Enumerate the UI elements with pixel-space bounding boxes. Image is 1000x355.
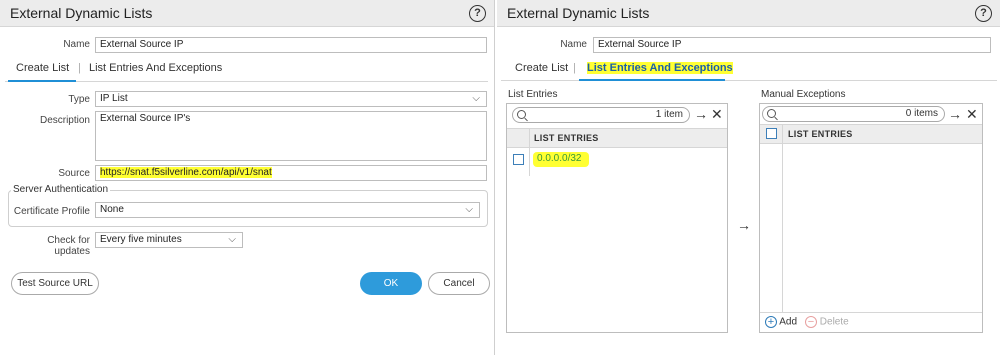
- name-label: Name: [63, 39, 90, 50]
- description-field[interactable]: External Source IP's: [95, 111, 487, 161]
- type-select[interactable]: IP List ⌵: [95, 91, 487, 107]
- tab-divider: [501, 80, 997, 81]
- tab-divider: [5, 81, 488, 82]
- active-tab-indicator: [579, 79, 725, 81]
- row-checkbox[interactable]: [513, 154, 524, 165]
- tab-separator: |: [573, 62, 576, 74]
- list-entries-column: LIST ENTRIES: [534, 133, 599, 143]
- list-entries-header: LIST ENTRIES: [507, 128, 727, 148]
- edl-dialog-list-entries: External Dynamic Lists ? Name External S…: [497, 0, 1000, 355]
- chevron-down-icon: ⌵: [228, 234, 236, 245]
- type-select-value: IP List: [100, 93, 128, 104]
- manual-exceptions-count: 0 items: [905, 108, 938, 119]
- dialog-titlebar: External Dynamic Lists ?: [497, 0, 1000, 27]
- help-icon[interactable]: ?: [469, 5, 486, 22]
- chevron-down-icon: ⌵: [472, 93, 480, 104]
- tab-list-entries[interactable]: List Entries And Exceptions: [585, 61, 735, 75]
- description-label: Description: [39, 115, 90, 126]
- dialog-titlebar: External Dynamic Lists ?: [0, 0, 494, 27]
- name-field[interactable]: External Source IP: [95, 37, 487, 53]
- manual-exceptions-search[interactable]: 0 items: [762, 106, 945, 122]
- column-divider: [782, 124, 783, 312]
- arrow-right-icon[interactable]: →: [694, 107, 708, 121]
- footer-divider: [760, 312, 982, 313]
- test-source-url-button[interactable]: Test Source URL: [11, 272, 99, 295]
- name-field[interactable]: External Source IP: [593, 37, 991, 53]
- add-button[interactable]: + Add: [765, 316, 797, 328]
- tab-create-list[interactable]: Create List: [16, 62, 69, 74]
- column-divider: [529, 128, 530, 176]
- close-icon[interactable]: ✕: [966, 107, 978, 121]
- help-icon[interactable]: ?: [975, 5, 992, 22]
- dialog-title: External Dynamic Lists: [507, 5, 650, 21]
- manual-exceptions-column: LIST ENTRIES: [788, 129, 853, 139]
- manual-exceptions-box: 0 items → ✕ LIST ENTRIES + Add − Delete: [759, 103, 983, 333]
- ok-button[interactable]: OK: [360, 272, 422, 295]
- cert-profile-value: None: [100, 204, 124, 215]
- tab-create-list[interactable]: Create List: [515, 62, 568, 74]
- list-entries-search[interactable]: 1 item: [512, 107, 690, 123]
- delete-label: Delete: [819, 316, 849, 328]
- cancel-button[interactable]: Cancel: [428, 272, 490, 295]
- server-auth-title: Server Authentication: [11, 184, 111, 195]
- check-updates-label: Check for updates: [47, 235, 90, 257]
- source-field-value: https://snat.f5silverline.com/api/v1/sna…: [100, 167, 272, 178]
- source-label: Source: [58, 168, 90, 179]
- chevron-down-icon: ⌵: [465, 204, 473, 215]
- type-label: Type: [68, 94, 90, 105]
- arrow-right-icon[interactable]: →: [948, 107, 962, 121]
- check-updates-select[interactable]: Every five minutes ⌵: [95, 232, 243, 248]
- search-icon: [767, 109, 776, 118]
- plus-circle-icon: +: [765, 316, 777, 328]
- select-all-checkbox[interactable]: [766, 128, 777, 139]
- tab-list-entries[interactable]: List Entries And Exceptions: [89, 62, 222, 74]
- list-entries-box: 1 item → ✕ LIST ENTRIES 0.0.0.0/32: [506, 103, 728, 333]
- delete-button[interactable]: − Delete: [805, 316, 849, 328]
- name-label: Name: [560, 39, 587, 50]
- cert-profile-label: Certificate Profile: [13, 206, 90, 217]
- active-tab-indicator: [8, 80, 76, 82]
- edl-dialog-create-list: External Dynamic Lists ? Name External S…: [0, 0, 495, 355]
- check-updates-value: Every five minutes: [100, 234, 182, 245]
- add-label: Add: [779, 316, 798, 328]
- tab-separator: |: [78, 62, 81, 74]
- manual-exceptions-header: LIST ENTRIES: [760, 124, 982, 144]
- list-entries-title: List Entries: [506, 89, 560, 100]
- dialog-title: External Dynamic Lists: [10, 5, 153, 21]
- search-icon: [517, 110, 526, 119]
- list-entry-row[interactable]: 0.0.0.0/32: [533, 152, 590, 167]
- minus-circle-icon: −: [805, 316, 817, 328]
- tab-list-entries-label: List Entries And Exceptions: [587, 62, 733, 74]
- manual-exceptions-title: Manual Exceptions: [759, 89, 848, 100]
- source-field[interactable]: https://snat.f5silverline.com/api/v1/sna…: [95, 165, 487, 181]
- close-icon[interactable]: ✕: [711, 107, 723, 121]
- list-entries-count: 1 item: [655, 109, 683, 120]
- arrow-right-icon[interactable]: →: [737, 218, 751, 232]
- cert-profile-select[interactable]: None ⌵: [95, 202, 480, 218]
